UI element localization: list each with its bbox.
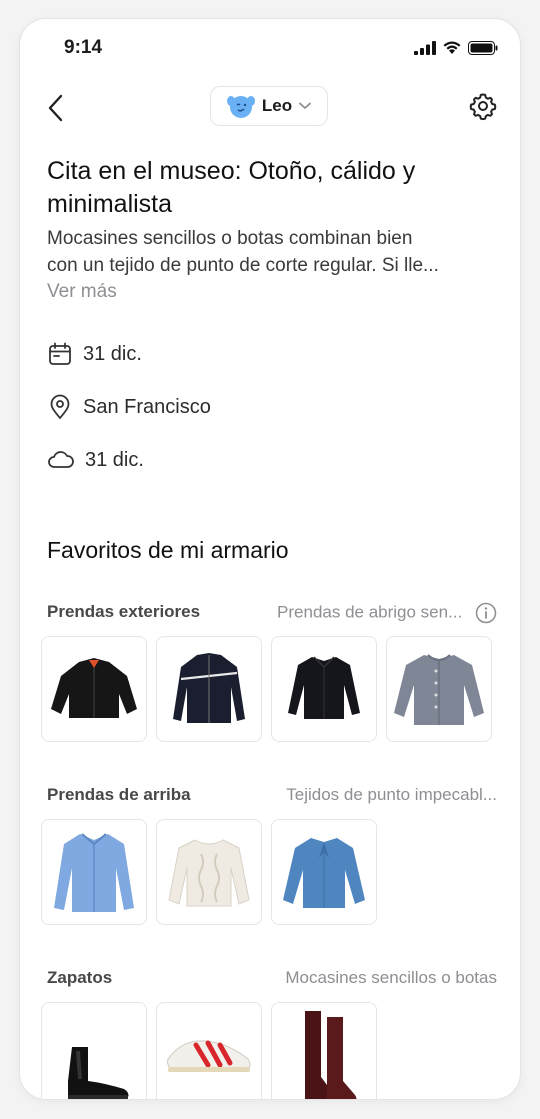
- date-text: 31 dic.: [83, 342, 142, 365]
- item-burgundy-knee-high-boots[interactable]: [271, 1002, 377, 1099]
- category-note: Mocasines sencillos o botas: [285, 968, 497, 987]
- category-name: Prendas de arriba: [47, 785, 191, 804]
- battery-icon: [468, 40, 498, 55]
- signal-icon: [414, 40, 436, 55]
- item-grey-knit-cardigan[interactable]: [386, 636, 492, 742]
- description-line: Mocasines sencillos o botas combinan bie…: [47, 228, 413, 249]
- status-icons: [414, 40, 498, 55]
- black-chelsea-boots-image: [68, 1047, 129, 1099]
- info-icon[interactable]: [475, 602, 497, 624]
- chevron-down-icon: [299, 102, 312, 109]
- profile-name: Leo: [261, 96, 293, 115]
- category-note-text: Prendas de abrigo sen...: [277, 602, 463, 622]
- black-shirt-jacket-image: [288, 656, 360, 719]
- avatar-icon: [226, 96, 255, 118]
- settings-button[interactable]: [468, 91, 498, 121]
- black-track-jacket-image: [173, 653, 245, 723]
- cream-cable-knit-sweater-image: [168, 839, 250, 907]
- cloud-icon: [48, 451, 74, 468]
- status-bar: 9:14: [20, 19, 520, 75]
- see-more-link[interactable]: Ver más: [47, 281, 117, 303]
- weather-row: 31 dic.: [47, 445, 144, 475]
- blue-tie-neck-blouse-image: [283, 838, 365, 908]
- location-row: San Francisco: [47, 392, 211, 422]
- description-line: con un tejido de punto de corte regular.…: [47, 255, 439, 276]
- location-pin-icon: [50, 394, 70, 419]
- category-header-outerwear: Prendas exteriores Prendas de abrigo sen…: [47, 602, 497, 626]
- category-header-tops: Prendas de arriba Tejidos de punto impec…: [47, 785, 497, 809]
- status-time: 9:14: [64, 37, 103, 58]
- wardrobe-section-title: Favoritos de mi armario: [47, 537, 289, 563]
- category-note: Prendas de abrigo sen...: [277, 602, 497, 624]
- phone-screen: 9:14 Leo Cita en el museo: Otoño, cálido…: [20, 19, 520, 1099]
- item-red-white-running-sneakers[interactable]: [156, 1002, 262, 1099]
- burgundy-knee-high-boots-image: [305, 1011, 357, 1099]
- shoes-items: [41, 1002, 377, 1099]
- blue-oversized-shirt-image: [54, 833, 134, 912]
- outerwear-items: [41, 636, 492, 742]
- category-name: Zapatos: [47, 968, 113, 987]
- item-cream-cable-knit-sweater[interactable]: [156, 819, 262, 925]
- category-header-shoes: Zapatos Mocasines sencillos o botas: [47, 968, 497, 992]
- back-button[interactable]: [42, 93, 72, 123]
- black-bomber-jacket-image: [51, 658, 137, 718]
- outfit-description: Mocasines sencillos o botas combinan bie…: [47, 225, 495, 279]
- grey-knit-cardigan-image: [394, 654, 484, 725]
- tops-items: [41, 819, 377, 925]
- date-row: 31 dic.: [47, 339, 142, 369]
- calendar-icon: [49, 342, 71, 365]
- item-black-chelsea-boots[interactable]: [41, 1002, 147, 1099]
- item-black-bomber-jacket[interactable]: [41, 636, 147, 742]
- chevron-left-icon: [48, 94, 63, 122]
- location-text: San Francisco: [83, 395, 211, 418]
- red-white-running-sneakers-image: [167, 1040, 251, 1072]
- item-black-shirt-jacket[interactable]: [271, 636, 377, 742]
- item-blue-oversized-shirt[interactable]: [41, 819, 147, 925]
- outfit-title: Cita en el museo: Otoño, cálido y minima…: [47, 157, 416, 218]
- wifi-icon: [443, 41, 461, 54]
- profile-selector[interactable]: Leo: [210, 86, 328, 126]
- item-black-track-jacket[interactable]: [156, 636, 262, 742]
- weather-text: 31 dic.: [85, 448, 144, 471]
- top-bar: Leo: [20, 85, 520, 131]
- item-blue-tie-neck-blouse[interactable]: [271, 819, 377, 925]
- gear-icon: [469, 93, 497, 121]
- category-name: Prendas exteriores: [47, 602, 201, 621]
- category-note: Tejidos de punto impecabl...: [286, 785, 497, 804]
